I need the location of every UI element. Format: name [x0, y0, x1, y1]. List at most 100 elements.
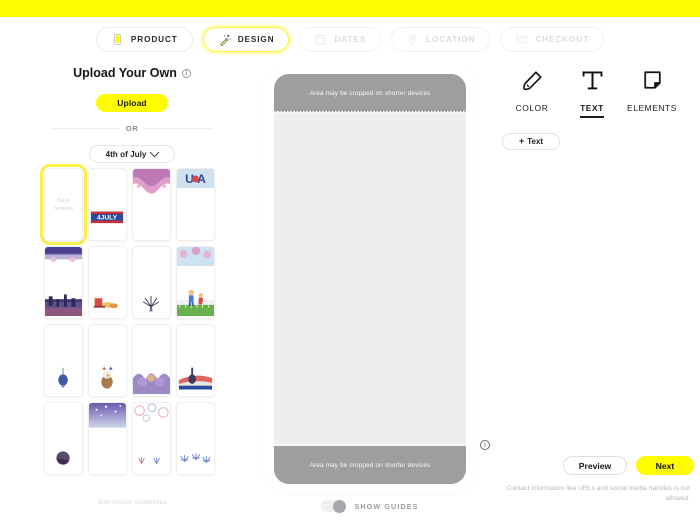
template-thumbnail-art [132, 402, 171, 475]
template-thumbnail[interactable] [132, 324, 171, 397]
step-design[interactable]: DESIGN [202, 27, 290, 52]
step-dates[interactable]: DATES [299, 27, 382, 52]
step-checkout-label: CHECKOUT [535, 35, 590, 44]
step-product[interactable]: PRODUCT [95, 27, 193, 52]
template-thumbnail[interactable] [88, 324, 127, 397]
template-thumbnail-art [44, 324, 83, 397]
template-thumbnail-art [88, 246, 127, 319]
chevron-down-icon [150, 146, 160, 157]
skyline-art [45, 247, 82, 317]
map-pin-icon [406, 33, 419, 46]
template-thumbnail-art [44, 402, 83, 475]
plus-icon: + [518, 136, 525, 146]
toggle-knob [333, 499, 347, 513]
pen-icon [521, 67, 544, 94]
usa-letters-art: U A [177, 169, 214, 188]
template-thumbnail-art [176, 402, 215, 475]
template-thumbnail[interactable] [132, 402, 171, 475]
eagle-art [101, 366, 113, 389]
magic-wand-icon [218, 33, 231, 47]
template-thumbnail[interactable] [44, 246, 83, 319]
tools-panel: COLOR TEXT ELEMENTS + Text [488, 62, 696, 522]
top-guide-dotted-line [274, 111, 466, 114]
template-thumbnail[interactable] [44, 402, 83, 475]
contact-info-disclaimer: Contact information like URLs and social… [506, 485, 690, 503]
upload-button[interactable]: Upload [96, 94, 168, 112]
tab-text-label: TEXT [580, 103, 604, 118]
phone-preview[interactable]: Area may be cropped on shorter devices A… [274, 74, 466, 484]
template-thumbnail[interactable] [132, 246, 171, 319]
credit-card-icon [515, 33, 528, 46]
template-panel: Upload Your Own i Upload OR 4th of July … [8, 62, 256, 522]
tab-color[interactable]: COLOR [502, 67, 562, 116]
template-thumbnail[interactable] [176, 402, 215, 475]
template-thumbnail-art [132, 246, 171, 319]
step-location-label: LOCATION [426, 35, 476, 44]
blank-line-1: Blank [57, 197, 70, 204]
balloon-art [58, 367, 68, 388]
top-crop-band: Area may be cropped on shorter devices [274, 74, 466, 112]
sticker-icon [641, 67, 664, 94]
or-label: OR [125, 124, 139, 133]
template-thumbnail[interactable] [176, 246, 215, 319]
template-thumbnail-art [88, 324, 127, 397]
template-thumbnail-art [132, 324, 171, 397]
preview-button[interactable]: Preview [563, 456, 627, 475]
bottom-crop-notice: Area may be cropped on shorter devices [309, 461, 431, 469]
show-guides-label: SHOW GUIDES [354, 501, 419, 511]
purple-sky-art [89, 403, 126, 428]
template-thumbnail[interactable] [132, 168, 171, 241]
blank-line-2: Template [53, 205, 74, 212]
template-thumbnail-art [132, 168, 171, 241]
filter-designer-app: PRODUCT DESIGN DATES LOCATION CHECKOUT U… [0, 0, 700, 531]
template-thumbnail[interactable]: 4JULY [88, 168, 127, 241]
step-dates-label: DATES [334, 35, 367, 44]
tab-elements[interactable]: ELEMENTS [622, 67, 682, 116]
kids-flag-art [177, 247, 214, 317]
template-thumbnail[interactable] [88, 402, 127, 475]
template-thumbnail-art [176, 324, 215, 397]
submission-guidelines-link[interactable]: Submission Guidelines [8, 499, 256, 506]
pink-arch-art [133, 169, 170, 194]
step-design-label: DESIGN [237, 35, 275, 44]
top-brand-bar [0, 0, 700, 17]
next-button[interactable]: Next [636, 456, 694, 475]
template-thumbnail-art [44, 246, 83, 319]
guitar-flag-art [178, 367, 213, 390]
blank-template-label: Blank Template [45, 169, 82, 240]
step-product-label: PRODUCT [130, 35, 178, 44]
tab-color-label: COLOR [515, 103, 549, 113]
template-thumbnail[interactable] [176, 324, 215, 397]
template-thumbnail[interactable] [88, 246, 127, 319]
template-thumbnail-art [176, 246, 215, 319]
template-thumbnail-art: Blank Template [44, 168, 83, 241]
sparkler-art [142, 295, 160, 312]
add-text-label: Text [527, 137, 544, 146]
category-select[interactable]: 4th of July [89, 145, 175, 163]
show-guides-toggle[interactable] [321, 499, 347, 513]
show-guides-control: SHOW GUIDES [268, 499, 472, 513]
confetti-art [134, 403, 169, 464]
step-location[interactable]: LOCATION [391, 27, 491, 52]
moon-art [56, 451, 70, 465]
template-thumbnail[interactable]: U A [176, 168, 215, 241]
bloom-art [133, 373, 170, 395]
picnic-art [93, 296, 118, 309]
add-text-button[interactable]: + Text [502, 133, 560, 150]
divider-line-left [52, 128, 120, 129]
design-canvas[interactable]: Area may be cropped on shorter devices A… [268, 68, 472, 490]
info-icon[interactable]: i [181, 68, 191, 78]
step-navigation: PRODUCT DESIGN DATES LOCATION CHECKOUT [0, 17, 700, 62]
template-thumbnail-art [88, 402, 127, 475]
text-t-icon [580, 67, 605, 94]
template-thumbnail[interactable] [44, 324, 83, 397]
template-thumbnail[interactable]: Blank Template [40, 164, 87, 245]
top-crop-notice: Area may be cropped on shorter devices [309, 89, 431, 97]
tab-text[interactable]: TEXT [562, 67, 622, 118]
template-grid: Blank Template 4JULY U A [40, 164, 224, 475]
star-burst-art [180, 453, 211, 464]
category-select-value: 4th of July [105, 149, 147, 159]
tool-tabs: COLOR TEXT ELEMENTS [488, 62, 696, 118]
step-checkout[interactable]: CHECKOUT [500, 27, 605, 52]
tab-elements-label: ELEMENTS [627, 103, 677, 113]
